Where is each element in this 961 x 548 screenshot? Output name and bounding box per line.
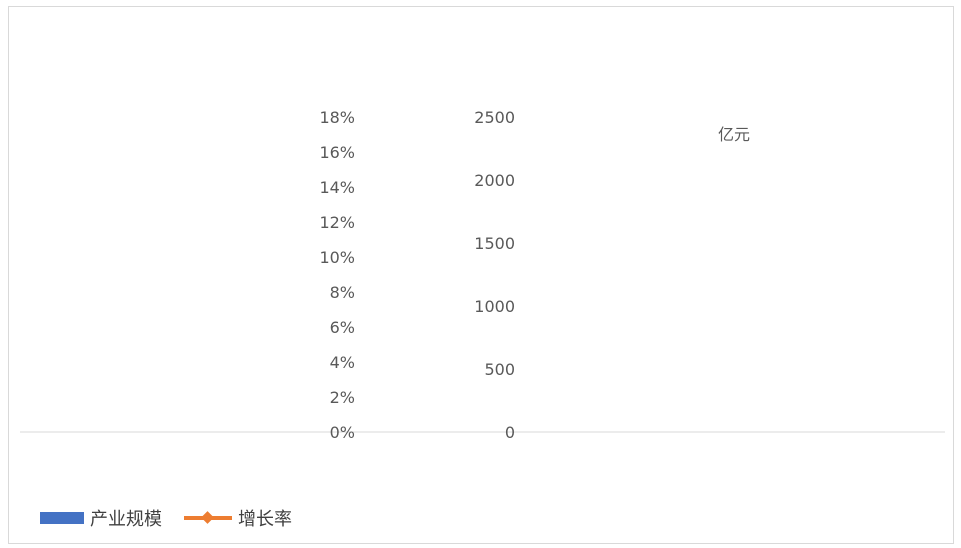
legend-swatch-bar bbox=[40, 512, 84, 524]
y-left-tick-label: 0% bbox=[330, 423, 355, 442]
y-left-tick-label: 12% bbox=[319, 213, 355, 232]
y-left-tick-label: 14% bbox=[319, 178, 355, 197]
y-left-tick-label: 16% bbox=[319, 143, 355, 162]
y-left-tick-label: 8% bbox=[330, 283, 355, 302]
chart-plot: 0% 2% 4% 6% 8% 10% 12% 14% 16% 18% 0 500 1000 1500 20… bbox=[20, 108, 945, 442]
y-left-tick-label: 18% bbox=[319, 108, 355, 127]
unit-label: 亿元 bbox=[718, 125, 750, 144]
y-left-tick-label: 6% bbox=[330, 318, 355, 337]
y-left-tick-label: 2% bbox=[330, 388, 355, 407]
y-right-tick-label: 2500 bbox=[474, 108, 515, 127]
y-left-tick-label: 10% bbox=[319, 248, 355, 267]
y-right-tick-label: 1000 bbox=[474, 297, 515, 316]
legend-swatch-line bbox=[184, 511, 232, 525]
y-left-tick-label: 4% bbox=[330, 353, 355, 372]
y-right-tick-label: 0 bbox=[505, 423, 515, 442]
y-right-tick-label: 2000 bbox=[474, 171, 515, 190]
legend: 产业规模 增长率 bbox=[40, 505, 314, 531]
y-left-tick-labels: 0% 2% 4% 6% 8% 10% 12% 14% 16% 18% bbox=[319, 108, 355, 442]
legend-item-scale: 产业规模 bbox=[40, 505, 162, 531]
legend-swatch-marker bbox=[201, 511, 214, 524]
legend-item-growth: 增长率 bbox=[184, 505, 292, 531]
chart-canvas: 0% 2% 4% 6% 8% 10% 12% 14% 16% 18% 0 500 1000 1500 20… bbox=[0, 0, 961, 548]
legend-label-scale: 产业规模 bbox=[90, 509, 162, 530]
legend-label-growth: 增长率 bbox=[238, 509, 292, 530]
y-right-tick-labels: 0 500 1000 1500 2000 2500 bbox=[474, 108, 515, 442]
y-right-tick-label: 500 bbox=[484, 360, 515, 379]
y-right-tick-label: 1500 bbox=[474, 234, 515, 253]
